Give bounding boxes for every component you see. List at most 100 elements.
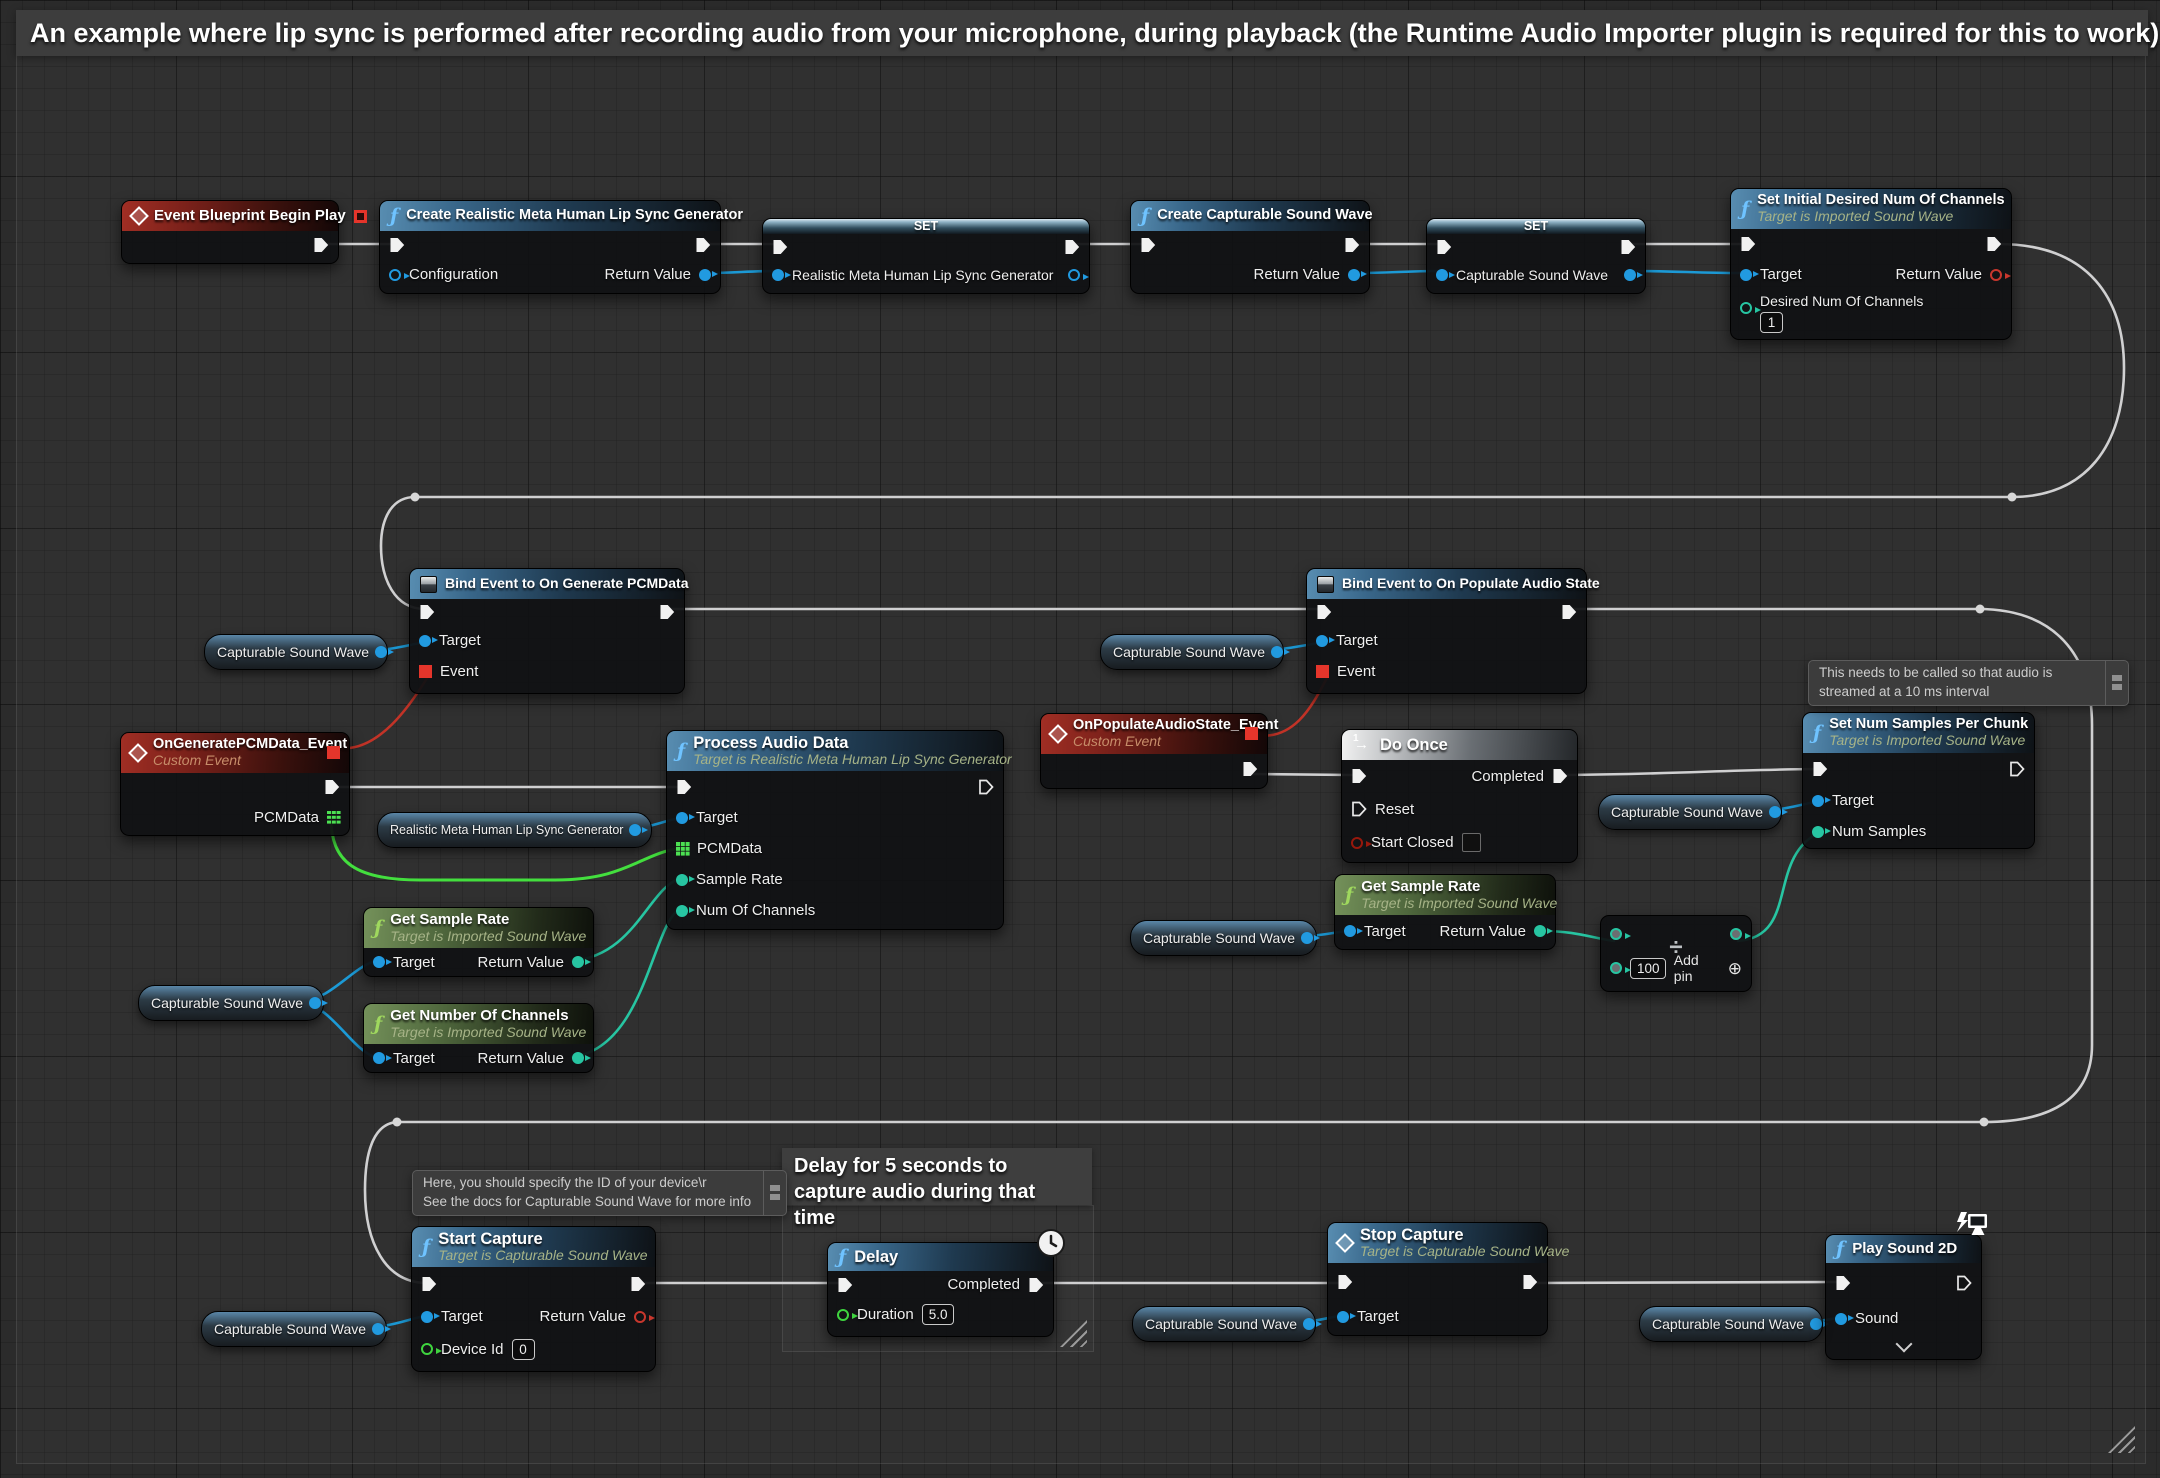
node-header[interactable]: ƒ Process Audio Data Target is Realistic… <box>667 731 1003 771</box>
node-header[interactable]: ƒ Set Num Samples Per Chunk Target is Im… <box>1803 713 2034 753</box>
desired-num-pin[interactable] <box>1740 302 1752 314</box>
return-value-pin[interactable] <box>1990 269 2002 281</box>
node-header[interactable]: ƒ Create Capturable Sound Wave <box>1131 201 1369 231</box>
node-create-capturable[interactable]: ƒ Create Capturable Sound Wave Return Va… <box>1130 200 1370 294</box>
variable-in-pin[interactable] <box>772 269 784 281</box>
variable-in-pin[interactable] <box>1436 269 1448 281</box>
exec-in-pin[interactable] <box>1140 237 1156 253</box>
exec-out-pin[interactable] <box>1620 239 1636 255</box>
node-event-begin-play[interactable]: Event Blueprint Begin Play <box>121 200 339 264</box>
exec-out-pin[interactable] <box>659 604 675 620</box>
variable-getter-generator[interactable]: Realistic Meta Human Lip Sync Generator <box>377 812 652 848</box>
event-delegate-pin[interactable] <box>1316 665 1329 678</box>
node-on-generate-event[interactable]: OnGeneratePCMData_Event Custom Event PCM… <box>120 732 350 836</box>
exec-in-pin[interactable] <box>1316 604 1332 620</box>
exec-in-pin[interactable] <box>1835 1275 1851 1291</box>
variable-getter-capturable-sound-wave[interactable]: Capturable Sound Wave <box>1100 634 1284 670</box>
wire-exec[interactable] <box>1564 769 1816 775</box>
node-divide[interactable]: ÷ 100 Add pin ⊕ <box>1600 915 1752 992</box>
variable-getter-capturable-sound-wave[interactable]: Capturable Sound Wave <box>1639 1306 1823 1342</box>
completed-exec-out-pin[interactable] <box>1028 1277 1044 1293</box>
node-set-capturable[interactable]: SET Capturable Sound Wave <box>1426 218 1646 294</box>
node-bind-populate[interactable]: Bind Event to On Populate Audio State Ta… <box>1306 568 1587 694</box>
divide-value[interactable]: 100 <box>1630 958 1666 979</box>
delegate-pin[interactable] <box>327 746 340 759</box>
variable-out-pin[interactable] <box>309 997 321 1009</box>
variable-getter-capturable-sound-wave[interactable]: Capturable Sound Wave <box>138 985 324 1021</box>
node-bind-generate[interactable]: Bind Event to On Generate PCMData Target… <box>409 568 685 694</box>
node-on-populate-event[interactable]: OnPopulateAudioState_Event Custom Event <box>1040 713 1268 789</box>
variable-out-pin[interactable] <box>1624 269 1636 281</box>
variable-out-pin[interactable] <box>1301 932 1313 944</box>
exec-out-pin[interactable] <box>630 1276 646 1292</box>
exec-out-pin[interactable] <box>324 779 340 795</box>
node-header[interactable]: ƒ Get Sample Rate Target is Imported Sou… <box>1335 875 1555 915</box>
target-pin[interactable] <box>373 1052 385 1064</box>
node-header[interactable]: SET <box>763 219 1089 234</box>
node-header[interactable]: OnPopulateAudioState_Event Custom Event <box>1041 714 1267 754</box>
divide-input-a-pin[interactable] <box>1610 928 1622 940</box>
completed-exec-out-pin[interactable] <box>1552 768 1568 784</box>
tooltip-pin-icon[interactable] <box>764 1170 787 1216</box>
sound-pin[interactable] <box>1835 1313 1847 1325</box>
start-closed-checkbox[interactable] <box>1462 833 1481 852</box>
node-get-sample-rate[interactable]: ƒ Get Sample Rate Target is Imported Sou… <box>363 907 594 977</box>
num-samples-pin[interactable] <box>1812 826 1824 838</box>
node-play-sound-2d[interactable]: ƒ Play Sound 2D Sound <box>1825 1234 1982 1360</box>
exec-in-pin[interactable] <box>1740 236 1756 252</box>
delegate-pin[interactable] <box>1245 727 1258 740</box>
reroute-node[interactable] <box>1980 1118 1989 1127</box>
exec-in-pin[interactable] <box>837 1277 853 1293</box>
node-process-audio[interactable]: ƒ Process Audio Data Target is Realistic… <box>666 730 1004 930</box>
wire-object[interactable] <box>1632 271 1742 273</box>
configuration-pin[interactable] <box>389 269 401 281</box>
reroute-node[interactable] <box>1976 605 1985 614</box>
variable-out-pin[interactable] <box>375 646 387 658</box>
variable-getter-capturable-sound-wave[interactable]: Capturable Sound Wave <box>1598 794 1782 830</box>
node-header[interactable]: ƒ Create Realistic Meta Human Lip Sync G… <box>380 201 720 231</box>
node-get-sample-rate-2[interactable]: ƒ Get Sample Rate Target is Imported Sou… <box>1334 874 1556 950</box>
node-stop-capture[interactable]: Stop Capture Target is Capturable Sound … <box>1327 1222 1548 1336</box>
variable-out-pin[interactable] <box>1068 269 1080 281</box>
exec-out-pin[interactable] <box>313 237 329 253</box>
pcm-data-array-pin[interactable] <box>327 811 340 824</box>
sample-rate-pin[interactable] <box>676 874 688 886</box>
node-header[interactable]: Bind Event to On Populate Audio State <box>1307 569 1586 599</box>
variable-getter-capturable-sound-wave[interactable]: Capturable Sound Wave <box>1132 1306 1316 1342</box>
return-value-pin[interactable] <box>1534 925 1546 937</box>
tooltip-pin-icon[interactable] <box>2106 660 2129 706</box>
exec-out-pin[interactable] <box>1064 239 1080 255</box>
exec-out-pin[interactable] <box>1956 1275 1972 1291</box>
node-header[interactable]: OnGeneratePCMData_Event Custom Event <box>121 733 349 773</box>
blueprint-graph-canvas[interactable]: An example where lip sync is performed a… <box>0 0 2160 1478</box>
node-header[interactable]: ƒ Get Sample Rate Target is Imported Sou… <box>364 908 593 948</box>
node-header[interactable]: ƒ Set Initial Desired Num Of Channels Ta… <box>1731 189 2011 229</box>
exec-in-pin[interactable] <box>421 1276 437 1292</box>
divide-output-pin[interactable] <box>1730 928 1742 940</box>
exec-out-pin[interactable] <box>1344 237 1360 253</box>
node-delay[interactable]: ƒ Delay Completed Duration 5.0 <box>827 1242 1054 1337</box>
node-create-generator[interactable]: ƒ Create Realistic Meta Human Lip Sync G… <box>379 200 721 294</box>
target-pin[interactable] <box>1740 269 1752 281</box>
divide-input-b-pin[interactable] <box>1610 962 1622 974</box>
return-value-pin[interactable] <box>572 1052 584 1064</box>
node-header[interactable]: 1→ Do Once <box>1342 730 1577 760</box>
start-closed-pin[interactable] <box>1351 837 1363 849</box>
exec-out-pin[interactable] <box>1522 1274 1538 1290</box>
exec-out-pin[interactable] <box>2009 761 2025 777</box>
node-set-generator[interactable]: SET Realistic Meta Human Lip Sync Genera… <box>762 218 1090 294</box>
node-header[interactable]: ƒ Get Number Of Channels Target is Impor… <box>364 1004 593 1044</box>
exec-in-pin[interactable] <box>772 239 788 255</box>
variable-out-pin[interactable] <box>1303 1318 1315 1330</box>
reroute-node[interactable] <box>2008 493 2017 502</box>
exec-out-pin[interactable] <box>978 779 994 795</box>
node-start-capture[interactable]: ƒ Start Capture Target is Capturable Sou… <box>411 1226 656 1372</box>
return-value-pin[interactable] <box>699 269 711 281</box>
node-set-num-samples[interactable]: ƒ Set Num Samples Per Chunk Target is Im… <box>1802 712 2035 849</box>
duration-pin[interactable] <box>837 1309 849 1321</box>
variable-out-pin[interactable] <box>1810 1318 1822 1330</box>
exec-in-pin[interactable] <box>1337 1274 1353 1290</box>
wire-exec[interactable] <box>1530 1282 1837 1283</box>
node-get-num-channels[interactable]: ƒ Get Number Of Channels Target is Impor… <box>363 1003 594 1073</box>
target-pin[interactable] <box>1344 925 1356 937</box>
